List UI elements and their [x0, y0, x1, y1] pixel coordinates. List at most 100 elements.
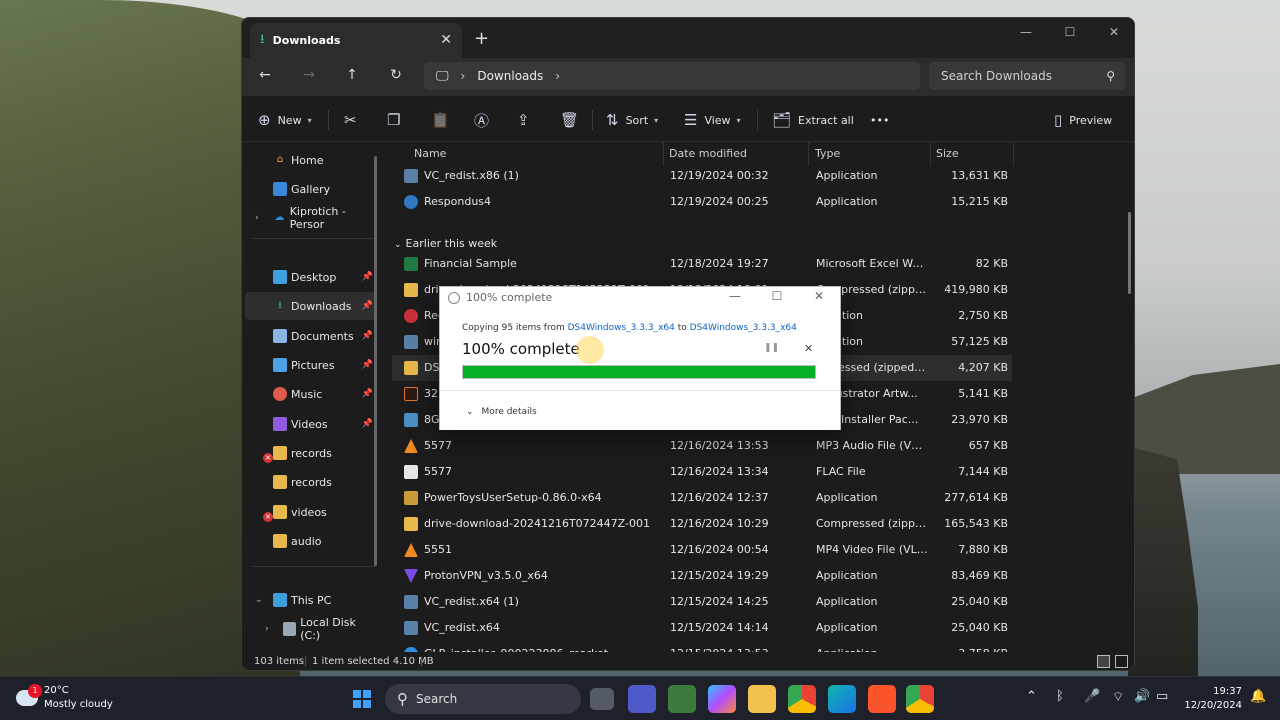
file-row[interactable]: 5577 12/16/2024 13:53 MP3 Audio File (VLC)…	[392, 433, 1012, 459]
file-row[interactable]: PowerToysUserSetup-0.86.0-x64 12/16/2024 …	[392, 485, 1012, 511]
notification-icon[interactable]: 🔔	[1250, 689, 1266, 704]
battery-icon[interactable]: ▭	[1156, 689, 1168, 704]
sidebar-scrollbar[interactable]	[374, 156, 377, 566]
sidebar-item-label: Local Disk (C:)	[300, 616, 356, 642]
pause-icon[interactable]: ❚❚	[764, 343, 779, 353]
close-tab-icon[interactable]: ✕	[440, 32, 452, 48]
desktop-icon	[273, 270, 287, 284]
new-tab-button[interactable]: +	[474, 28, 489, 49]
dialog-title: 100% complete	[466, 291, 553, 304]
taskbar-search[interactable]: ⚲ Search	[385, 684, 581, 714]
search-input[interactable]: Search Downloads ⚲	[929, 62, 1125, 90]
tab-downloads[interactable]: ⭳ Downloads ✕	[250, 23, 462, 58]
edge-icon[interactable]	[828, 685, 856, 713]
wifi-icon[interactable]: ⌔	[1112, 689, 1124, 705]
sidebar-item-videos[interactable]: Videos 📌	[245, 410, 375, 438]
wallpaper-cliff	[1128, 448, 1198, 676]
cancel-copy-icon[interactable]: ✕	[804, 342, 813, 355]
taskbar: 1 20°C Mostly cloudy ⚲ Search ⌃ ᛒ 🎤 ⌔ 🔊 ▭ …	[0, 676, 1280, 720]
sidebar-item-local-disk[interactable]: › Local Disk (C:)	[245, 615, 375, 643]
extract-all-button[interactable]: 🗂 Extract all	[772, 109, 854, 131]
details-view-icon[interactable]	[1097, 655, 1110, 668]
status-divider: |	[304, 656, 308, 667]
file-type: Application	[816, 595, 878, 608]
dialog-maximize-button[interactable]: ☐	[756, 289, 798, 303]
file-row[interactable]: Respondus4 12/19/2024 00:25 Application 15,…	[392, 189, 1012, 215]
file-row[interactable]: VC_redist.x86 (1) 12/19/2024 00:32 Applica…	[392, 163, 1012, 189]
file-row[interactable]: 5551 12/16/2024 00:54 MP4 Video File (VLC)…	[392, 537, 1012, 563]
cut-button[interactable]: ✂	[344, 109, 364, 131]
forward-button[interactable]: →	[298, 67, 320, 87]
installer-icon	[404, 335, 418, 349]
sidebar-item-downloads[interactable]: ⭳ Downloads 📌	[245, 292, 375, 320]
close-window-button[interactable]: ✕	[1092, 20, 1134, 44]
dialog-close-button[interactable]: ✕	[798, 289, 840, 303]
chrome-profile-icon[interactable]	[906, 685, 934, 713]
file-row[interactable]: 5577 12/16/2024 13:34 FLAC File 7,144 KB	[392, 459, 1012, 485]
chevron-up-icon[interactable]: ⌃	[1026, 689, 1037, 704]
file-row[interactable]: VC_redist.x64 12/15/2024 14:14 Application…	[392, 615, 1012, 641]
copilot-icon[interactable]	[708, 685, 736, 713]
file-explorer-icon[interactable]	[748, 685, 776, 713]
sidebar-divider	[252, 566, 377, 567]
sort-button[interactable]: ⇅ Sort ▾	[606, 109, 658, 131]
sidebar-item-documents[interactable]: Documents 📌	[245, 322, 375, 350]
file-row[interactable]: Financial Sample 12/18/2024 19:27 Microsof…	[392, 251, 1012, 277]
brave-icon[interactable]	[868, 685, 896, 713]
address-field[interactable]: 🖵 › Downloads ›	[424, 62, 920, 90]
store-icon[interactable]	[668, 685, 696, 713]
start-button[interactable]	[348, 685, 376, 713]
file-date: 12/16/2024 12:37	[670, 491, 769, 504]
see-more-button[interactable]: •••	[870, 109, 889, 131]
volume-icon[interactable]: 🔊	[1134, 689, 1150, 704]
task-view-icon[interactable]	[590, 688, 614, 710]
refresh-button[interactable]: ↻	[385, 67, 407, 87]
item-count: 103 items	[254, 656, 305, 667]
sidebar-item-gallery[interactable]: Gallery	[245, 175, 375, 203]
sidebar-item-pictures[interactable]: Pictures 📌	[245, 351, 375, 379]
new-button[interactable]: ⊕ New ▾	[258, 109, 312, 131]
system-clock[interactable]: 19:37 12/20/2024	[1176, 685, 1242, 713]
sidebar-item-home[interactable]: ⌂ Home	[245, 146, 375, 174]
weather-widget[interactable]: 1 20°C Mostly cloudy	[16, 684, 113, 712]
sidebar-item-videos-folder[interactable]: ✕ videos	[245, 498, 375, 526]
maximize-button[interactable]: ☐	[1048, 20, 1092, 44]
back-button[interactable]: ←	[254, 67, 276, 87]
group-header[interactable]: ⌄ Earlier this week	[394, 237, 497, 250]
file-row[interactable]: ProtonVPN_v3.5.0_x64 12/15/2024 19:29 Appl…	[392, 563, 1012, 589]
file-list-scrollbar[interactable]	[1128, 212, 1131, 294]
sidebar-item-desktop[interactable]: Desktop 📌	[245, 263, 375, 291]
sidebar-item-records[interactable]: ✕ records	[245, 439, 375, 467]
chrome-icon[interactable]	[788, 685, 816, 713]
sidebar-item-audio[interactable]: audio	[245, 527, 375, 555]
teams-icon[interactable]	[628, 685, 656, 713]
file-date: 12/19/2024 00:25	[670, 195, 769, 208]
dialog-minimize-button[interactable]: —	[714, 289, 756, 303]
preview-button[interactable]: ▯ Preview	[1054, 109, 1112, 131]
sidebar-item-records[interactable]: records	[245, 468, 375, 496]
up-button[interactable]: ↑	[341, 67, 363, 87]
microphone-icon[interactable]: 🎤	[1084, 689, 1100, 704]
source-link[interactable]: DS4Windows_3.3.3_x64	[568, 323, 675, 333]
bluetooth-icon[interactable]: ᛒ	[1056, 689, 1064, 704]
file-row[interactable]: VC_redist.x64 (1) 12/15/2024 14:25 Applica…	[392, 589, 1012, 615]
sidebar-item-music[interactable]: Music 📌	[245, 380, 375, 408]
disk-icon	[283, 622, 297, 636]
view-button[interactable]: ☰ View ▾	[684, 109, 741, 131]
more-details-button[interactable]: ⌄ More details	[466, 407, 537, 417]
sidebar-item-this-pc[interactable]: ⌄ This PC	[245, 586, 375, 614]
sidebar-item-onedrive[interactable]: › ☁ Kiprotich - Persor	[245, 204, 375, 232]
delete-button[interactable]: 🗑	[560, 109, 586, 131]
breadcrumb-downloads[interactable]: Downloads	[477, 69, 543, 83]
sidebar-item-label: Pictures	[291, 358, 335, 372]
rename-button[interactable]: Ⓐ	[474, 109, 496, 131]
paste-button[interactable]: 📋	[431, 109, 457, 131]
file-date: 12/16/2024 13:34	[670, 465, 769, 478]
copy-button[interactable]: ❐	[387, 109, 407, 131]
file-row[interactable]: GLP_installer_900223086_market 12/15/2024…	[392, 641, 1012, 652]
share-button[interactable]: ⇪	[517, 109, 537, 131]
file-row[interactable]: drive-download-20241216T072447Z-001 12/16…	[392, 511, 1012, 537]
destination-link[interactable]: DS4Windows_3.3.3_x64	[690, 323, 797, 333]
tiles-view-icon[interactable]	[1115, 655, 1128, 668]
minimize-button[interactable]: —	[1004, 20, 1048, 44]
